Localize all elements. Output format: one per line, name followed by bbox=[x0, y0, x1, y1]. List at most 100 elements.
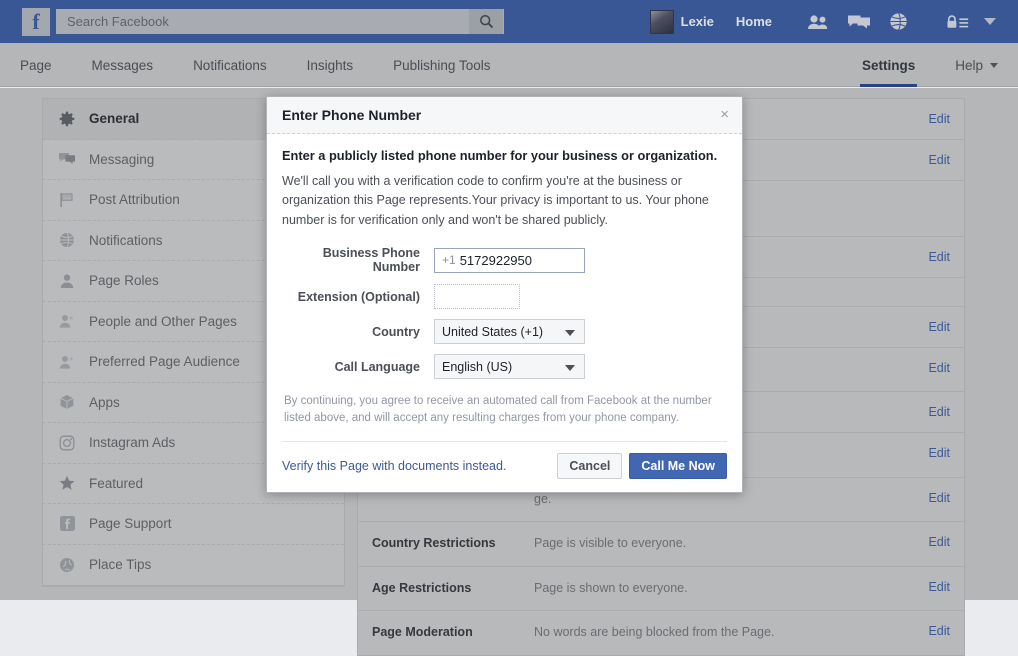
tab-insights[interactable]: Insights bbox=[287, 43, 374, 87]
sidebar-item-label: Page Support bbox=[89, 516, 172, 532]
call-me-now-button[interactable]: Call Me Now bbox=[629, 452, 727, 479]
phone-prefix: +1 bbox=[442, 253, 456, 268]
star-icon bbox=[58, 474, 76, 492]
sidebar-item-label: Instagram Ads bbox=[89, 435, 176, 451]
page-nav-right: Settings Help bbox=[842, 43, 1018, 87]
search-input[interactable] bbox=[65, 10, 469, 33]
sidebar-item-label: Apps bbox=[89, 394, 120, 410]
facebook-square-icon bbox=[58, 515, 76, 533]
dialog-footer: Verify this Page with documents instead.… bbox=[267, 442, 742, 492]
sidebar-item-label: Messaging bbox=[89, 151, 155, 167]
tab-settings[interactable]: Settings bbox=[842, 43, 935, 87]
friend-requests-icon[interactable] bbox=[807, 14, 829, 30]
privacy-shortcuts-icon[interactable] bbox=[946, 14, 970, 30]
row-label: Page Moderation bbox=[372, 625, 473, 639]
business-phone-row: Business Phone Number +1 5172922950 bbox=[282, 246, 727, 274]
search-bar bbox=[56, 9, 504, 34]
edit-link[interactable]: Edit bbox=[928, 250, 950, 264]
sidebar-item-place-tips[interactable]: Place Tips bbox=[43, 545, 344, 586]
sidebar-item-label: People and Other Pages bbox=[89, 313, 237, 329]
dialog-header: Enter Phone Number × bbox=[267, 97, 742, 134]
table-row-page-moderation[interactable]: Page Moderation No words are being block… bbox=[358, 611, 964, 655]
messages-icon bbox=[58, 150, 76, 168]
sidebar-item-label: General bbox=[89, 111, 140, 127]
row-value: Page is visible to everyone. bbox=[534, 536, 687, 550]
profile-name-link[interactable]: Lexie bbox=[681, 14, 714, 29]
tab-publishing-tools[interactable]: Publishing Tools bbox=[373, 43, 510, 87]
facebook-logo-icon[interactable]: f bbox=[22, 7, 50, 36]
account-caret-icon[interactable] bbox=[984, 18, 996, 25]
flag-icon bbox=[58, 191, 76, 209]
tab-notifications[interactable]: Notifications bbox=[173, 43, 287, 87]
verify-with-documents-link[interactable]: Verify this Page with documents instead. bbox=[282, 459, 506, 473]
sidebar-item-label: Notifications bbox=[89, 232, 163, 248]
avatar[interactable] bbox=[649, 9, 674, 34]
close-icon[interactable]: × bbox=[720, 107, 729, 122]
tab-settings-label: Settings bbox=[861, 57, 916, 73]
call-language-value: English (US) bbox=[442, 359, 513, 374]
tab-messages[interactable]: Messages bbox=[72, 43, 174, 87]
edit-link[interactable]: Edit bbox=[928, 491, 950, 505]
instagram-icon bbox=[58, 434, 76, 452]
page-nav-left: Page Messages Notifications Insights Pub… bbox=[0, 43, 510, 87]
phone-value: 5172922950 bbox=[459, 252, 532, 268]
tab-help[interactable]: Help bbox=[935, 43, 1018, 87]
notifications-globe-icon[interactable] bbox=[889, 12, 908, 31]
country-value: United States (+1) bbox=[442, 324, 544, 339]
dialog-description: We'll call you with a verification code … bbox=[282, 174, 709, 227]
chevron-down-icon bbox=[565, 330, 575, 337]
edit-link[interactable]: Edit bbox=[928, 446, 950, 460]
dialog-buttons: Cancel Call Me Now bbox=[557, 452, 727, 479]
home-link[interactable]: Home bbox=[736, 14, 772, 29]
edit-link[interactable]: Edit bbox=[928, 153, 950, 167]
tab-page[interactable]: Page bbox=[0, 43, 72, 87]
business-phone-input[interactable]: +1 5172922950 bbox=[434, 247, 585, 273]
table-row-country-restrictions[interactable]: Country Restrictions Page is visible to … bbox=[358, 522, 964, 567]
edit-link[interactable]: Edit bbox=[928, 405, 950, 419]
sidebar-item-label: Place Tips bbox=[89, 557, 152, 573]
dialog-title: Enter Phone Number bbox=[282, 107, 422, 123]
chevron-down-icon bbox=[990, 62, 998, 68]
call-language-row: Call Language English (US) bbox=[282, 354, 727, 380]
enter-phone-number-dialog: Enter Phone Number × Enter a publicly li… bbox=[266, 96, 743, 493]
place-tips-icon bbox=[58, 556, 76, 574]
sidebar-item-label: Page Roles bbox=[89, 273, 159, 289]
cancel-button[interactable]: Cancel bbox=[557, 452, 623, 479]
extension-row: Extension (Optional) bbox=[282, 284, 727, 310]
dialog-body: Enter a publicly listed phone number for… bbox=[267, 134, 742, 442]
row-value: No words are being blocked from the Page… bbox=[534, 625, 775, 639]
chevron-down-icon bbox=[565, 365, 575, 372]
table-row-age-restrictions[interactable]: Age Restrictions Page is shown to everyo… bbox=[358, 567, 964, 611]
sidebar-item-label: Featured bbox=[89, 475, 144, 491]
edit-link[interactable]: Edit bbox=[928, 361, 950, 375]
messages-icon[interactable] bbox=[848, 14, 870, 30]
tab-publishing-tools-label: Publishing Tools bbox=[393, 57, 491, 73]
tab-insights-label: Insights bbox=[306, 57, 354, 73]
extension-input[interactable] bbox=[434, 284, 520, 310]
page-navigation-bar: Page Messages Notifications Insights Pub… bbox=[0, 43, 1018, 87]
people-icon bbox=[58, 353, 76, 371]
business-phone-label: Business Phone Number bbox=[322, 246, 420, 275]
country-row: Country United States (+1) bbox=[282, 319, 727, 345]
edit-link[interactable]: Edit bbox=[928, 320, 950, 334]
sidebar-item-page-support[interactable]: Page Support bbox=[43, 504, 344, 545]
search-icon[interactable] bbox=[469, 9, 503, 34]
top-bar-right-section: Lexie Home bbox=[649, 0, 1018, 43]
tab-page-label: Page bbox=[20, 57, 52, 73]
country-label: Country bbox=[372, 324, 420, 339]
dialog-heading: Enter a publicly listed phone number for… bbox=[282, 148, 718, 163]
edit-link[interactable]: Edit bbox=[928, 535, 950, 549]
legal-disclaimer: By continuing, you agree to receive an a… bbox=[282, 393, 727, 442]
call-language-label: Call Language bbox=[334, 359, 420, 374]
person-icon bbox=[58, 272, 76, 290]
sidebar-item-label: Post Attribution bbox=[89, 192, 180, 208]
top-bar-icon-group bbox=[807, 12, 908, 31]
globe-icon bbox=[58, 231, 76, 249]
country-select[interactable]: United States (+1) bbox=[434, 319, 585, 345]
top-navigation-bar: f Lexie Home bbox=[0, 0, 1018, 43]
edit-link[interactable]: Edit bbox=[928, 580, 950, 594]
edit-link[interactable]: Edit bbox=[928, 624, 950, 638]
row-label: Country Restrictions bbox=[372, 536, 496, 550]
edit-link[interactable]: Edit bbox=[928, 112, 950, 126]
call-language-select[interactable]: English (US) bbox=[434, 354, 585, 380]
